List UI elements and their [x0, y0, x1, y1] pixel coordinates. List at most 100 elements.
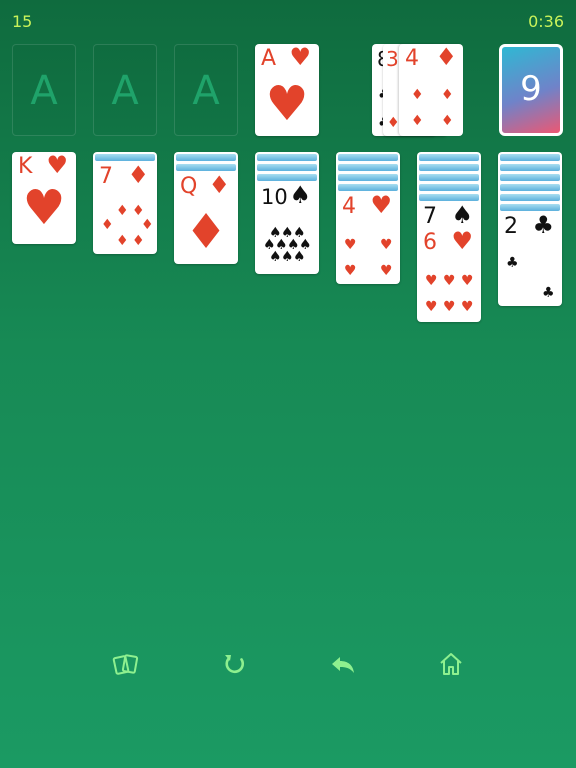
card-rank: 4: [405, 46, 419, 71]
restart-icon: [225, 655, 245, 674]
undo-icon: [332, 657, 354, 673]
diamond-icon: ♦: [208, 171, 230, 199]
heart-icon: ♥: [451, 227, 473, 255]
diamond-icon: ♦: [116, 233, 129, 249]
face-down-card: [419, 164, 479, 171]
card-rank: 7: [99, 164, 113, 189]
spade-icon: ♠: [269, 249, 282, 265]
heart-icon: ♥: [425, 273, 438, 289]
spade-icon: ♠: [293, 249, 306, 265]
tableau-1-top-card[interactable]: K ♥ ♥: [12, 152, 76, 244]
heart-icon: ♥: [46, 152, 68, 179]
diamond-icon: ♦: [441, 113, 454, 129]
card-rank: Q: [180, 174, 198, 199]
face-down-card: [500, 184, 560, 191]
card-rank: K: [18, 154, 33, 179]
card-rank: 6: [423, 230, 437, 255]
diamond-icon: ♦: [435, 44, 457, 71]
face-down-card: [176, 154, 236, 161]
heart-icon: ♥: [22, 180, 66, 236]
heart-icon: ♥: [344, 263, 357, 279]
diamond-icon: ♦: [441, 87, 454, 103]
cards-icon: [112, 654, 139, 675]
heart-icon: ♥: [289, 44, 311, 71]
club-icon: ♣: [532, 211, 554, 239]
home-button[interactable]: [435, 648, 467, 680]
face-down-card: [500, 174, 560, 181]
heart-icon: ♥: [461, 299, 474, 315]
face-down-card: [500, 164, 560, 171]
home-icon: [440, 653, 462, 675]
restart-button[interactable]: [219, 648, 251, 680]
diamond-icon: ♦: [387, 115, 400, 131]
club-icon: ♣: [506, 255, 519, 271]
face-down-card: [419, 174, 479, 181]
tableau-5-column[interactable]: 4 ♥ ♥ ♥ ♥ ♥: [336, 152, 400, 284]
stock-count: 9: [520, 69, 542, 109]
heart-icon: ♥: [443, 273, 456, 289]
card-rank: 4: [342, 194, 356, 219]
heart-icon: ♥: [380, 263, 393, 279]
foundation-card-ace-hearts[interactable]: A ♥ ♥: [255, 44, 319, 136]
diamond-icon: ♦: [101, 217, 114, 233]
foundation-placeholder: A: [192, 68, 220, 114]
club-icon: ♣: [542, 285, 555, 301]
tableau-6-column[interactable]: 7 ♠ 6 ♥ ♥ ♥ ♥ ♥ ♥ ♥: [417, 152, 481, 322]
tableau-4-column[interactable]: 10 ♠ ♠ ♠ ♠ ♠ ♠ ♠ ♠ ♠ ♠ ♠: [255, 152, 319, 274]
tableau-3-column[interactable]: Q ♦ ♦: [174, 152, 238, 264]
spade-icon: ♠: [281, 249, 294, 265]
face-down-card: [500, 194, 560, 201]
foundation-placeholder: A: [30, 68, 58, 114]
foundation-slot-3[interactable]: A: [174, 44, 238, 136]
diamond-icon: ♦: [127, 161, 149, 189]
heart-icon: ♥: [425, 299, 438, 315]
face-down-card: [338, 184, 398, 191]
spade-icon: ♠: [451, 201, 473, 229]
diamond-icon: ♦: [411, 113, 424, 129]
face-down-card: [419, 154, 479, 161]
face-down-card: [419, 184, 479, 191]
tableau-7-column[interactable]: 2 ♣ ♣ ♣: [498, 152, 562, 306]
waste-top-card[interactable]: 4 ♦ ♦ ♦ ♦ ♦: [399, 44, 463, 136]
face-down-card: [176, 164, 236, 171]
card-rank: 7: [423, 204, 437, 229]
face-down-card: [257, 164, 317, 171]
heart-icon: ♥: [443, 299, 456, 315]
diamond-icon: ♦: [184, 204, 228, 260]
card-rank: A: [261, 46, 277, 71]
bottom-toolbar: [0, 648, 576, 680]
card-rank: 3: [386, 47, 399, 71]
timer-display: 0:36: [528, 12, 564, 31]
face-down-card: [257, 174, 317, 181]
foundation-slot-2[interactable]: A: [93, 44, 157, 136]
stock-pile[interactable]: 9: [499, 44, 563, 136]
undo-button[interactable]: [327, 648, 359, 680]
foundation-slot-1[interactable]: A: [12, 44, 76, 136]
face-down-card: [95, 154, 155, 161]
card-rank: 10: [261, 185, 288, 209]
heart-icon: ♥: [370, 191, 392, 219]
tableau-2-column[interactable]: 7 ♦ ♦ ♦ ♦ ♦ ♦ ♦: [93, 152, 157, 254]
face-down-card: [338, 154, 398, 161]
diamond-icon: ♦: [141, 217, 154, 233]
face-down-card: [500, 204, 560, 211]
diamond-icon: ♦: [132, 233, 145, 249]
cards-button[interactable]: [110, 648, 142, 680]
face-down-card: [500, 154, 560, 161]
heart-icon: ♥: [380, 237, 393, 253]
heart-icon: ♥: [344, 237, 357, 253]
diamond-icon: ♦: [132, 203, 145, 219]
score-display: 15: [12, 12, 33, 31]
heart-icon: ♥: [265, 76, 309, 132]
foundation-placeholder: A: [111, 68, 139, 114]
card-rank: 2: [504, 214, 518, 239]
diamond-icon: ♦: [116, 203, 129, 219]
heart-icon: ♥: [461, 273, 474, 289]
face-down-card: [419, 194, 479, 201]
diamond-icon: ♦: [411, 87, 424, 103]
top-bar: 15 0:36: [12, 12, 564, 32]
spade-icon: ♠: [289, 181, 311, 209]
face-down-card: [338, 174, 398, 181]
face-down-card: [338, 164, 398, 171]
face-down-card: [257, 154, 317, 161]
